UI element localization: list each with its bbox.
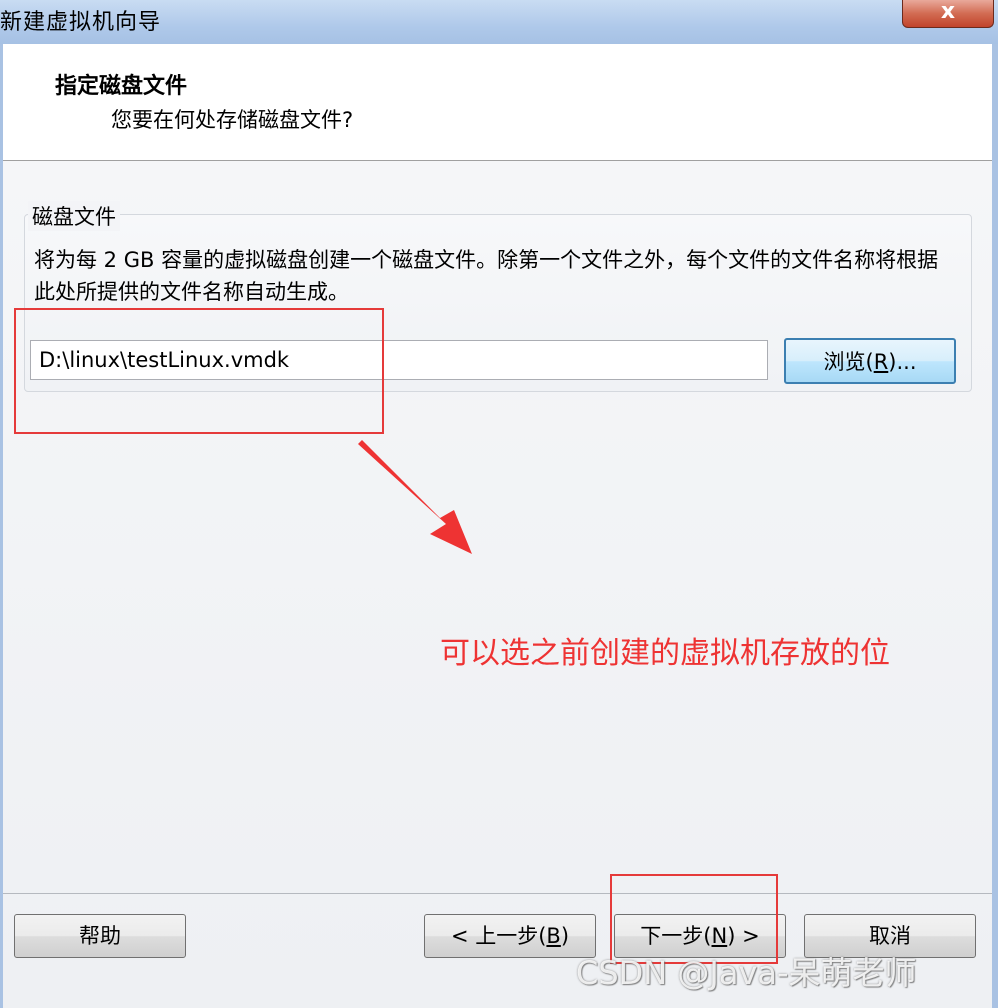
window-title: 新建虚拟机向导 [0,10,162,35]
back-label-end: ) [560,924,570,948]
browse-button[interactable]: 浏览(R)... [784,338,956,384]
groupbox-label: 磁盘文件 [28,201,120,231]
title-bar[interactable]: 新建虚拟机向导 x [0,0,998,44]
window-frame-right [992,44,998,1008]
disk-file-description: 将为每 2 GB 容量的虚拟磁盘创建一个磁盘文件。除第一个文件之外，每个文件的文… [34,248,939,304]
annotation-arrow-icon [358,440,472,554]
wizard-header: 指定磁盘文件 您要在何处存储磁盘文件? [3,44,992,161]
browse-accel: R [873,350,889,374]
browse-label-end: )... [888,350,917,374]
annotation-text: 可以选之前创建的虚拟机存放的位 [440,636,890,671]
annotation-highlight-path [14,308,384,434]
back-label: < 上一步( [450,924,547,948]
watermark: CSDN @Java-呆萌老师 [576,954,917,992]
close-button[interactable]: x [902,0,994,28]
back-button[interactable]: < 上一步(B) [424,914,596,958]
help-button[interactable]: 帮助 [14,914,186,958]
page-title: 指定磁盘文件 [55,74,188,99]
footer-separator [3,893,992,894]
page-subtitle: 您要在何处存储磁盘文件? [111,108,354,132]
back-accel: B [546,924,561,948]
close-icon: x [940,0,956,24]
browse-label: 浏览( [823,350,874,374]
